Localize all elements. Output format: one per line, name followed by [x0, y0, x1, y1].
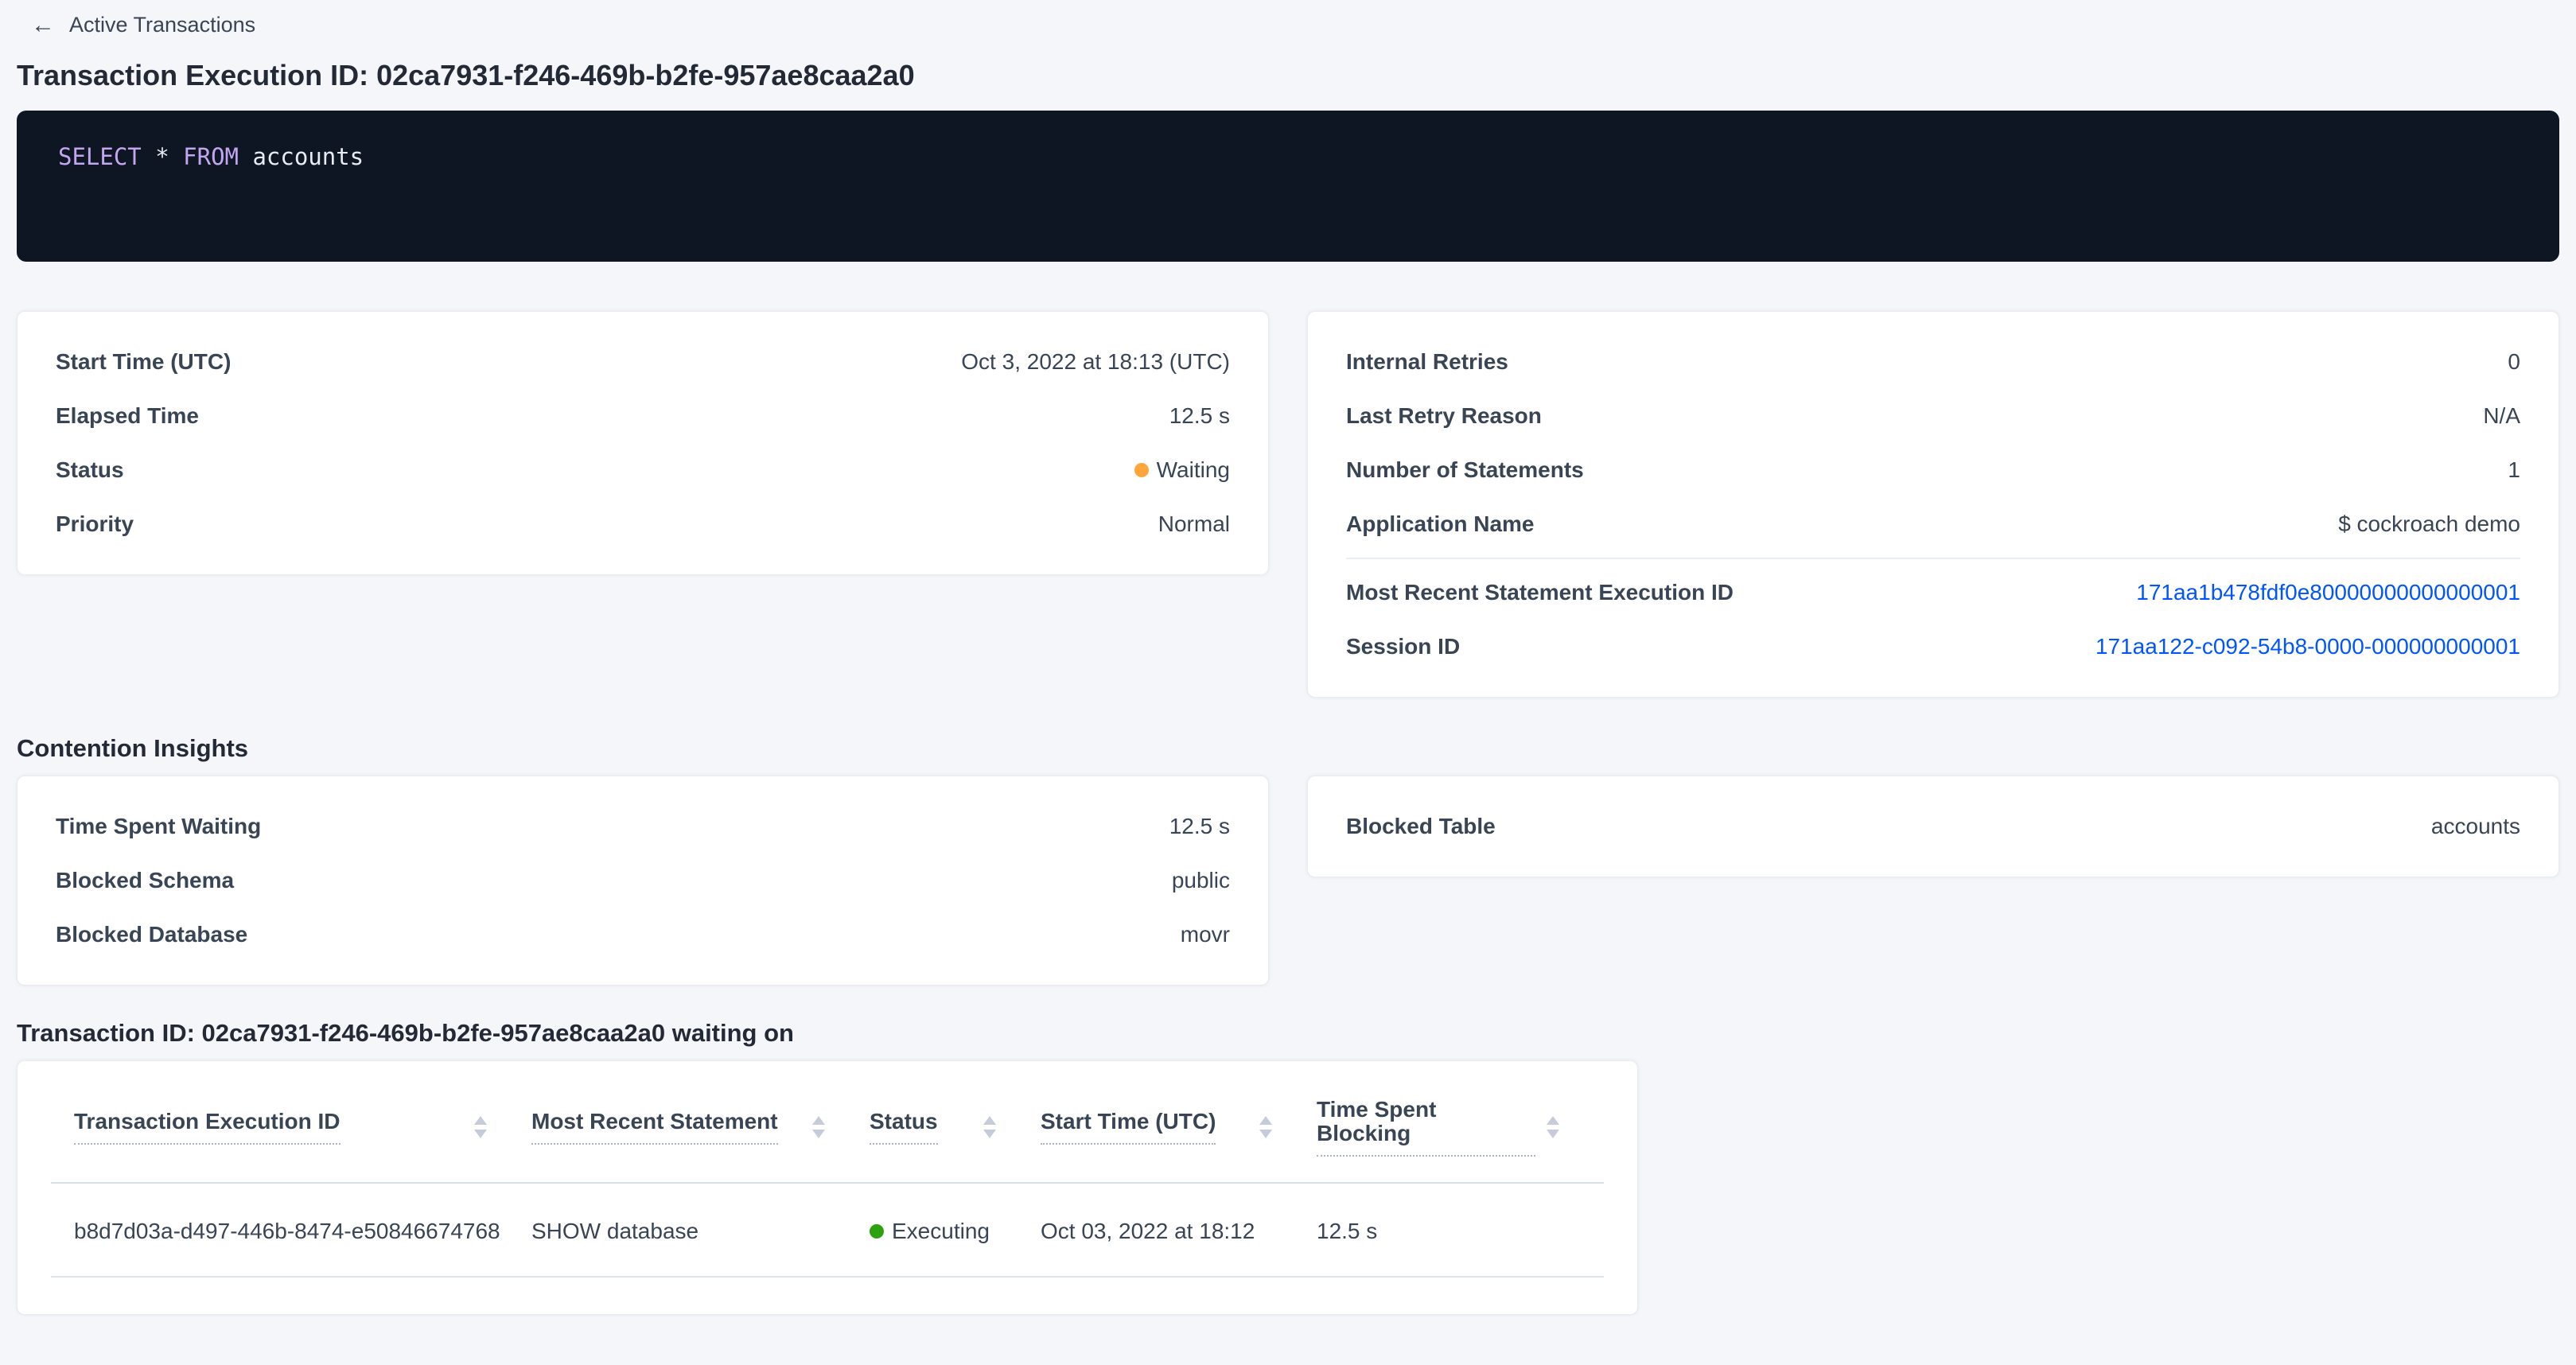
cell-start-time: Oct 03, 2022 at 18:12	[1041, 1219, 1317, 1244]
row-session-id: Session ID 171aa122-c092-54b8-0000-00000…	[1346, 620, 2520, 674]
contention-insights-heading: Contention Insights	[17, 733, 2559, 764]
blocked-schema-value: public	[1172, 869, 1230, 892]
sql-star: *	[142, 143, 183, 170]
session-id-label: Session ID	[1346, 635, 1460, 659]
column-header-status[interactable]: Status	[870, 1098, 1041, 1157]
page-title: Transaction Execution ID: 02ca7931-f246-…	[17, 58, 2559, 93]
sort-icon	[474, 1116, 487, 1138]
back-arrow-icon: ←	[31, 14, 55, 37]
session-id-link[interactable]: 171aa122-c092-54b8-0000-000000000001	[2095, 634, 2520, 659]
column-header-start-time[interactable]: Start Time (UTC)	[1041, 1098, 1317, 1157]
sql-keyword-select: SELECT	[58, 143, 142, 170]
internal-retries-value: 0	[2508, 350, 2520, 374]
blocked-schema-label: Blocked Schema	[56, 869, 234, 892]
transaction-details-page: ← Active Transactions Transaction Execut…	[0, 0, 2576, 1315]
waiting-on-heading: Transaction ID: 02ca7931-f246-469b-b2fe-…	[17, 1017, 2559, 1049]
row-internal-retries: Internal Retries 0	[1346, 335, 2520, 389]
blocked-database-value: movr	[1181, 923, 1230, 947]
column-label-status: Status	[870, 1110, 938, 1145]
cell-status-text: Executing	[892, 1219, 990, 1244]
transaction-summary-card: Start Time (UTC) Oct 3, 2022 at 18:13 (U…	[17, 311, 1269, 575]
column-label-start-time: Start Time (UTC)	[1041, 1110, 1216, 1145]
number-of-statements-value: 1	[2508, 458, 2520, 482]
priority-label: Priority	[56, 512, 134, 536]
row-most-recent-statement-execution-id: Most Recent Statement Execution ID 171aa…	[1346, 566, 2520, 620]
waiting-on-table-header: Transaction Execution ID Most Recent Sta…	[51, 1061, 1604, 1184]
table-row: b8d7d03a-d497-446b-8474-e50846674768 SHO…	[51, 1184, 1604, 1278]
blocked-database-label: Blocked Database	[56, 923, 247, 947]
row-status: Status Waiting	[56, 443, 1230, 497]
status-value-text: Waiting	[1157, 458, 1230, 482]
status-label: Status	[56, 458, 124, 482]
number-of-statements-label: Number of Statements	[1346, 458, 1584, 482]
row-last-retry-reason: Last Retry Reason N/A	[1346, 389, 2520, 443]
row-elapsed-time: Elapsed Time 12.5 s	[56, 389, 1230, 443]
column-label-most-recent-statement: Most Recent Statement	[531, 1110, 778, 1145]
sort-icon	[812, 1116, 825, 1138]
status-value: Waiting	[1134, 458, 1230, 482]
internal-retries-label: Internal Retries	[1346, 350, 1508, 374]
cell-most-recent-statement: SHOW database	[531, 1219, 870, 1244]
most-recent-statement-execution-id-label: Most Recent Statement Execution ID	[1346, 581, 1734, 605]
start-time-value: Oct 3, 2022 at 18:13 (UTC)	[961, 350, 1230, 374]
start-time-label: Start Time (UTC)	[56, 350, 231, 374]
row-blocked-schema: Blocked Schema public	[56, 854, 1230, 908]
most-recent-statement-execution-id-link[interactable]: 171aa1b478fdf0e80000000000000001	[2136, 580, 2520, 605]
row-start-time: Start Time (UTC) Oct 3, 2022 at 18:13 (U…	[56, 335, 1230, 389]
cell-status: Executing	[870, 1219, 1041, 1244]
sql-keyword-from: FROM	[183, 143, 239, 170]
summary-cards-row: Start Time (UTC) Oct 3, 2022 at 18:13 (U…	[17, 311, 2559, 698]
elapsed-time-label: Elapsed Time	[56, 404, 199, 428]
waiting-status-dot-icon	[1134, 463, 1149, 477]
row-blocked-table: Blocked Table accounts	[1346, 799, 2520, 854]
blocked-table-label: Blocked Table	[1346, 815, 1496, 838]
last-retry-reason-value: N/A	[2483, 404, 2520, 428]
sort-icon	[983, 1116, 996, 1138]
blocked-table-value: accounts	[2431, 815, 2520, 838]
column-header-most-recent-statement[interactable]: Most Recent Statement	[531, 1098, 870, 1157]
cell-time-spent-blocking: 12.5 s	[1317, 1219, 1604, 1244]
sql-statement-box: SELECT * FROM accounts	[17, 111, 2559, 262]
last-retry-reason-label: Last Retry Reason	[1346, 404, 1542, 428]
back-to-active-transactions-link[interactable]: ← Active Transactions	[31, 13, 255, 37]
application-name-label: Application Name	[1346, 512, 1534, 536]
row-application-name: Application Name $ cockroach demo	[1346, 497, 2520, 551]
sql-table-name: accounts	[239, 143, 364, 170]
back-link-label: Active Transactions	[69, 13, 255, 37]
executing-status-dot-icon	[870, 1224, 884, 1239]
execution-details-card: Internal Retries 0 Last Retry Reason N/A…	[1307, 311, 2559, 698]
contention-cards-row: Time Spent Waiting 12.5 s Blocked Schema…	[17, 776, 2559, 986]
time-spent-waiting-value: 12.5 s	[1169, 815, 1230, 838]
row-number-of-statements: Number of Statements 1	[1346, 443, 2520, 497]
sort-icon	[1547, 1116, 1559, 1138]
column-label-transaction-execution-id: Transaction Execution ID	[74, 1110, 340, 1145]
time-spent-waiting-label: Time Spent Waiting	[56, 815, 261, 838]
sort-icon	[1259, 1116, 1272, 1138]
contention-blocked-table-card: Blocked Table accounts	[1307, 776, 2559, 877]
cell-transaction-execution-id: b8d7d03a-d497-446b-8474-e50846674768	[51, 1219, 531, 1244]
column-label-time-spent-blocking: Time Spent Blocking	[1317, 1098, 1535, 1157]
column-header-time-spent-blocking[interactable]: Time Spent Blocking	[1317, 1098, 1604, 1157]
waiting-on-table: Transaction Execution ID Most Recent Sta…	[17, 1060, 1638, 1315]
card-divider	[1346, 558, 2520, 559]
row-priority: Priority Normal	[56, 497, 1230, 551]
column-header-transaction-execution-id[interactable]: Transaction Execution ID	[51, 1098, 531, 1157]
row-time-spent-waiting: Time Spent Waiting 12.5 s	[56, 799, 1230, 854]
application-name-value: $ cockroach demo	[2338, 512, 2520, 536]
priority-value: Normal	[1158, 512, 1230, 536]
contention-waiting-card: Time Spent Waiting 12.5 s Blocked Schema…	[17, 776, 1269, 986]
elapsed-time-value: 12.5 s	[1169, 404, 1230, 428]
row-blocked-database: Blocked Database movr	[56, 908, 1230, 962]
